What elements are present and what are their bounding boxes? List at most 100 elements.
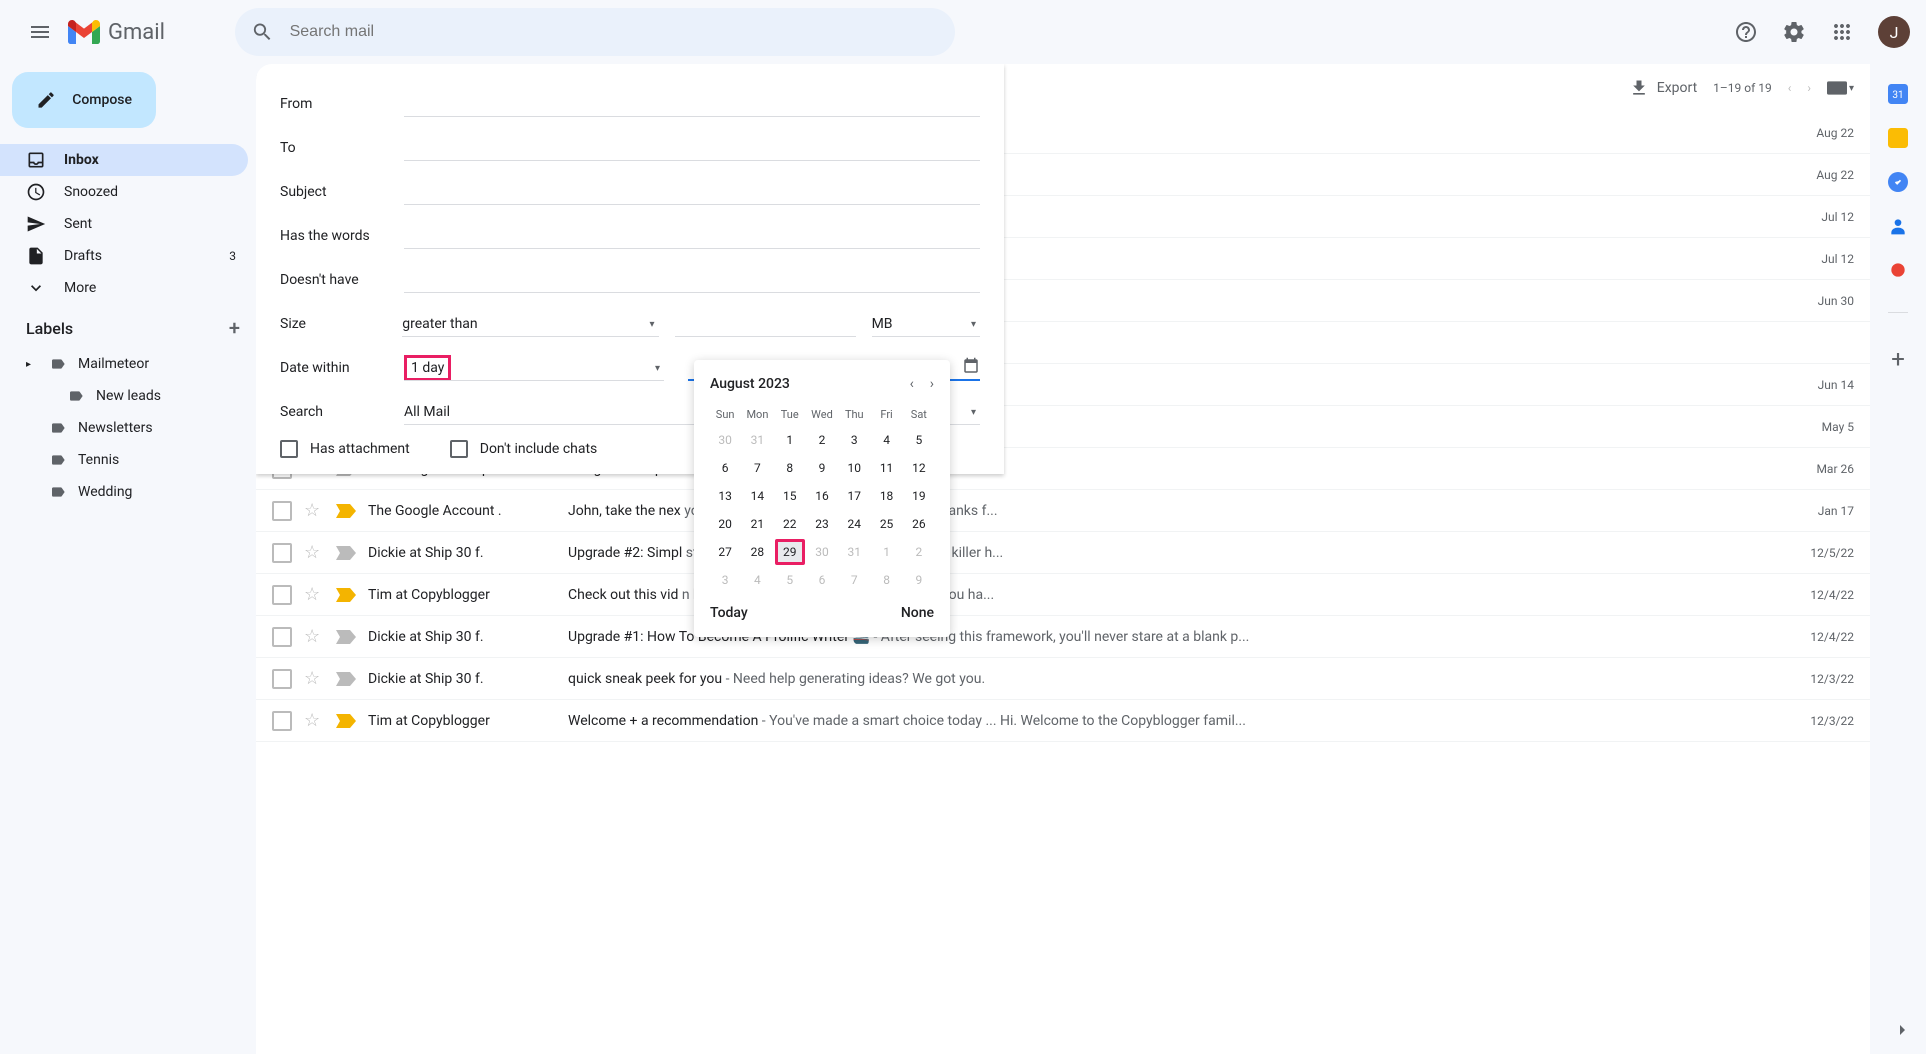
expand-panel-button[interactable]	[1890, 1018, 1914, 1042]
dp-day[interactable]: 28	[742, 539, 772, 565]
next-month-button[interactable]: ›	[930, 376, 934, 392]
dp-day[interactable]: 7	[839, 567, 869, 593]
dp-day[interactable]: 9	[807, 455, 837, 481]
dp-day[interactable]: 22	[775, 511, 805, 537]
label-item[interactable]: Newsletters	[0, 412, 256, 444]
datepicker-none-button[interactable]: None	[901, 605, 934, 621]
subject-input[interactable]	[404, 180, 980, 205]
row-checkbox[interactable]	[272, 585, 292, 605]
size-unit-select[interactable]: MB	[872, 312, 980, 337]
email-row[interactable]: ☆ Tim at Copyblogger Welcome + a recomme…	[256, 700, 1870, 742]
email-row[interactable]: ☆ Tim at Copyblogger Check out this vid …	[256, 574, 1870, 616]
star-icon[interactable]: ☆	[304, 710, 324, 731]
dp-day[interactable]: 24	[839, 511, 869, 537]
haswords-input[interactable]	[404, 224, 980, 249]
nav-item-more[interactable]: More	[0, 272, 248, 304]
dp-day[interactable]: 31	[839, 539, 869, 565]
nav-item-drafts[interactable]: Drafts3	[0, 240, 248, 272]
date-range-select[interactable]: 1 day	[404, 355, 451, 381]
search-input[interactable]	[290, 23, 939, 41]
row-checkbox[interactable]	[272, 711, 292, 731]
row-checkbox[interactable]	[272, 627, 292, 647]
dp-day[interactable]: 31	[742, 427, 772, 453]
dp-day[interactable]: 9	[904, 567, 934, 593]
addon-icon[interactable]	[1888, 260, 1908, 280]
dp-day[interactable]: 20	[710, 511, 740, 537]
dp-day[interactable]: 26	[904, 511, 934, 537]
dp-day[interactable]: 3	[839, 427, 869, 453]
email-row[interactable]: ☆ The Google Account . John, take the ne…	[256, 490, 1870, 532]
export-button[interactable]: Export	[1629, 78, 1697, 98]
label-item[interactable]: ▸Mailmeteor	[0, 348, 256, 380]
email-row[interactable]: ☆ Dickie at Ship 30 f. quick sneak peek …	[256, 658, 1870, 700]
nav-item-snoozed[interactable]: Snoozed	[0, 176, 248, 208]
next-page-button[interactable]: ›	[1807, 81, 1811, 95]
has-attachment-checkbox[interactable]: Has attachment	[280, 440, 410, 458]
star-icon[interactable]: ☆	[304, 584, 324, 605]
from-input[interactable]	[404, 92, 980, 117]
dp-day[interactable]: 10	[839, 455, 869, 481]
star-icon[interactable]: ☆	[304, 668, 324, 689]
row-checkbox[interactable]	[272, 501, 292, 521]
prev-month-button[interactable]: ‹	[910, 376, 914, 392]
label-item[interactable]: New leads	[0, 380, 256, 412]
dp-day[interactable]: 1	[871, 539, 901, 565]
dp-day[interactable]: 2	[807, 427, 837, 453]
to-input[interactable]	[404, 136, 980, 161]
dp-day[interactable]: 7	[742, 455, 772, 481]
dp-day[interactable]: 21	[742, 511, 772, 537]
dp-day[interactable]: 29	[775, 539, 805, 565]
account-avatar[interactable]: J	[1878, 16, 1910, 48]
dp-day[interactable]: 23	[807, 511, 837, 537]
keep-app-icon[interactable]	[1888, 128, 1908, 148]
email-row[interactable]: ☆ Dickie at Ship 30 f. Upgrade #1: How T…	[256, 616, 1870, 658]
nav-item-inbox[interactable]: Inbox	[0, 144, 248, 176]
add-label-button[interactable]: +	[229, 316, 240, 340]
dp-day[interactable]: 25	[871, 511, 901, 537]
dp-day[interactable]: 30	[710, 427, 740, 453]
size-value-input[interactable]	[675, 312, 856, 337]
dp-day[interactable]: 19	[904, 483, 934, 509]
input-tools-button[interactable]: ▾	[1827, 81, 1854, 95]
importance-marker[interactable]	[336, 504, 356, 518]
dp-day[interactable]: 16	[807, 483, 837, 509]
calendar-icon[interactable]	[962, 357, 980, 375]
dp-day[interactable]: 17	[839, 483, 869, 509]
apps-button[interactable]	[1822, 12, 1862, 52]
dp-day[interactable]: 5	[775, 567, 805, 593]
settings-button[interactable]	[1774, 12, 1814, 52]
dp-day[interactable]: 2	[904, 539, 934, 565]
importance-marker[interactable]	[336, 588, 356, 602]
importance-marker[interactable]	[336, 630, 356, 644]
support-button[interactable]	[1726, 12, 1766, 52]
star-icon[interactable]: ☆	[304, 626, 324, 647]
label-item[interactable]: Tennis	[0, 444, 256, 476]
dp-day[interactable]: 13	[710, 483, 740, 509]
contacts-app-icon[interactable]	[1888, 216, 1908, 236]
no-chats-checkbox[interactable]: Don't include chats	[450, 440, 598, 458]
dp-day[interactable]: 12	[904, 455, 934, 481]
doesnthave-input[interactable]	[404, 268, 980, 293]
dp-day[interactable]: 6	[710, 455, 740, 481]
main-menu-button[interactable]	[16, 8, 64, 56]
dp-day[interactable]: 27	[710, 539, 740, 565]
star-icon[interactable]: ☆	[304, 500, 324, 521]
nav-item-sent[interactable]: Sent	[0, 208, 248, 240]
dp-day[interactable]: 4	[871, 427, 901, 453]
get-addons-button[interactable]: +	[1891, 345, 1905, 373]
dp-day[interactable]: 3	[710, 567, 740, 593]
row-checkbox[interactable]	[272, 669, 292, 689]
row-checkbox[interactable]	[272, 543, 292, 563]
dp-day[interactable]: 6	[807, 567, 837, 593]
dp-day[interactable]: 11	[871, 455, 901, 481]
email-row[interactable]: ☆ Dickie at Ship 30 f. Upgrade #2: Simpl…	[256, 532, 1870, 574]
dp-day[interactable]: 30	[807, 539, 837, 565]
importance-marker[interactable]	[336, 672, 356, 686]
importance-marker[interactable]	[336, 714, 356, 728]
label-item[interactable]: Wedding	[0, 476, 256, 508]
dp-day[interactable]: 15	[775, 483, 805, 509]
datepicker-today-button[interactable]: Today	[710, 605, 748, 621]
prev-page-button[interactable]: ‹	[1788, 81, 1792, 95]
size-operator-select[interactable]: greater than	[402, 312, 658, 337]
dp-day[interactable]: 8	[775, 455, 805, 481]
